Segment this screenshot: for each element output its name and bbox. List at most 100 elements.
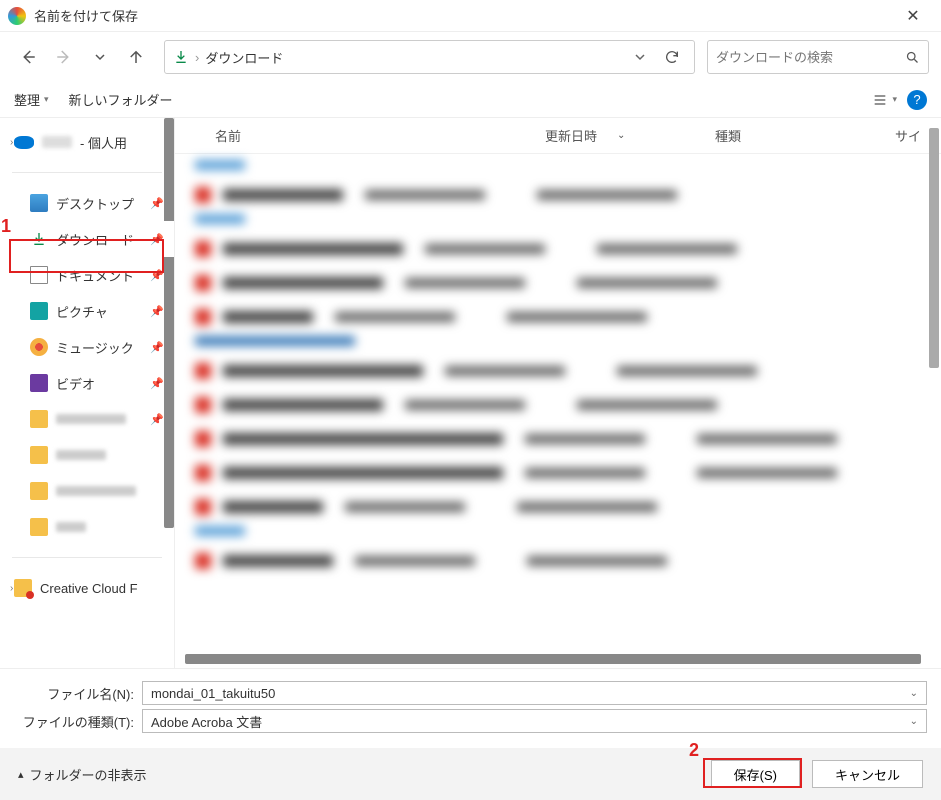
sidebar-item-folder[interactable]: 📌: [0, 401, 174, 437]
new-folder-button[interactable]: 新しいフォルダー: [69, 90, 173, 109]
file-row[interactable]: [175, 490, 941, 524]
chevron-down-icon: ▾: [44, 94, 49, 105]
breadcrumb-current[interactable]: ダウンロード: [205, 48, 283, 67]
file-row[interactable]: [175, 544, 941, 578]
file-row[interactable]: [175, 266, 941, 300]
address-dropdown-button[interactable]: [628, 47, 652, 67]
help-button[interactable]: ?: [907, 90, 927, 110]
view-button[interactable]: ▾: [872, 92, 897, 108]
chevron-right-icon: ›: [10, 583, 13, 594]
chevron-down-icon[interactable]: ⌄: [910, 716, 918, 727]
sidebar-label: Creative Cloud F: [40, 581, 138, 596]
main-area: › - 個人用 デスクトップ 📌 ダウンロード 📌 ドキ: [0, 118, 941, 668]
sidebar-item-downloads[interactable]: ダウンロード 📌: [0, 221, 174, 257]
sidebar-item-music[interactable]: ミュージック 📌: [0, 329, 174, 365]
sidebar-item-documents[interactable]: ドキュメント 📌: [0, 257, 174, 293]
column-header-size[interactable]: サイ: [875, 126, 921, 145]
horizontal-scrollbar[interactable]: [185, 654, 921, 664]
cancel-button[interactable]: キャンセル: [812, 760, 923, 788]
search-icon: [905, 50, 920, 65]
chevron-down-icon: [94, 51, 106, 63]
search-box[interactable]: [707, 40, 929, 74]
sidebar-label: ビデオ: [56, 374, 95, 393]
file-row[interactable]: [175, 178, 941, 212]
close-button[interactable]: ✕: [893, 6, 933, 26]
sidebar-item-pictures[interactable]: ピクチャ 📌: [0, 293, 174, 329]
back-button[interactable]: [12, 41, 44, 73]
folder-icon: [30, 410, 48, 428]
date-group-header: [175, 524, 941, 544]
pin-icon: 📌: [150, 377, 164, 390]
sidebar-divider: [12, 557, 162, 558]
toolbar: 整理 ▾ 新しいフォルダー ▾ ?: [0, 82, 941, 118]
pin-icon: 📌: [150, 341, 164, 354]
sidebar-item-videos[interactable]: ビデオ 📌: [0, 365, 174, 401]
file-row[interactable]: [175, 422, 941, 456]
chrome-icon: [8, 7, 26, 25]
folder-icon: [30, 446, 48, 464]
file-row[interactable]: [175, 388, 941, 422]
arrow-up-icon: [127, 48, 145, 66]
sidebar-label: ダウンロード: [56, 230, 134, 249]
chevron-up-icon: ▴: [18, 768, 24, 781]
file-list-area: 名前 更新日時 ⌄ 種類 サイ: [175, 118, 941, 668]
file-row[interactable]: [175, 232, 941, 266]
footer-bar: ▴ フォルダーの非表示 保存(S) キャンセル: [0, 748, 941, 800]
video-icon: [30, 374, 48, 392]
blurred-account-name: [42, 136, 72, 148]
save-button[interactable]: 保存(S): [711, 760, 800, 788]
organize-button[interactable]: 整理 ▾: [14, 90, 49, 109]
address-bar[interactable]: › ダウンロード: [164, 40, 695, 74]
pin-icon: 📌: [150, 413, 164, 426]
blurred-label: [56, 522, 86, 532]
title-bar: 名前を付けて保存 ✕: [0, 0, 941, 32]
refresh-button[interactable]: [658, 45, 686, 69]
forward-button[interactable]: [48, 41, 80, 73]
window-title: 名前を付けて保存: [34, 6, 893, 25]
file-row[interactable]: [175, 300, 941, 334]
hide-folders-label: フォルダーの非表示: [30, 765, 147, 784]
pictures-icon: [30, 302, 48, 320]
recent-button[interactable]: [84, 41, 116, 73]
navigation-row: › ダウンロード: [0, 32, 941, 82]
sidebar-divider: [12, 172, 162, 173]
pin-icon: 📌: [150, 269, 164, 282]
sidebar-item-folder[interactable]: [0, 509, 174, 545]
chevron-down-icon[interactable]: ⌄: [910, 688, 918, 699]
column-header-name[interactable]: 名前: [195, 126, 545, 145]
sidebar-item-folder[interactable]: [0, 473, 174, 509]
file-row[interactable]: [175, 354, 941, 388]
vertical-scrollbar[interactable]: [929, 128, 939, 368]
file-row[interactable]: [175, 456, 941, 490]
sidebar-label: デスクトップ: [56, 194, 134, 213]
folder-icon: [30, 482, 48, 500]
creative-cloud-icon: [14, 579, 32, 597]
filetype-label: ファイルの種類(T):: [14, 712, 134, 731]
up-button[interactable]: [120, 41, 152, 73]
sidebar-item-folder[interactable]: [0, 437, 174, 473]
sidebar-item-onedrive[interactable]: › - 個人用: [0, 124, 174, 160]
sidebar-item-desktop[interactable]: デスクトップ 📌: [0, 185, 174, 221]
search-input[interactable]: [716, 50, 905, 65]
sort-indicator-icon: ⌄: [617, 130, 625, 141]
column-header-date[interactable]: 更新日時 ⌄: [545, 126, 715, 145]
file-list[interactable]: [175, 154, 941, 582]
onedrive-icon: [14, 136, 34, 149]
save-form: ファイル名(N): mondai_01_takuitu50 ⌄ ファイルの種類(…: [0, 668, 941, 739]
sidebar-label: ピクチャ: [56, 302, 108, 321]
filename-input[interactable]: mondai_01_takuitu50 ⌄: [142, 681, 927, 705]
date-group-header: [175, 212, 941, 232]
document-icon: [30, 266, 48, 284]
sidebar-item-creative-cloud[interactable]: › Creative Cloud F: [0, 570, 174, 606]
filename-value: mondai_01_takuitu50: [151, 686, 910, 701]
column-header-type[interactable]: 種類: [715, 126, 875, 145]
filetype-value: Adobe Acroba 文書: [151, 712, 910, 731]
hide-folders-toggle[interactable]: ▴ フォルダーの非表示: [18, 765, 147, 784]
refresh-icon: [664, 49, 680, 65]
date-group-header: [175, 334, 941, 354]
chevron-down-icon: ▾: [892, 94, 897, 105]
onedrive-suffix: - 個人用: [80, 133, 127, 152]
pin-icon: 📌: [150, 197, 164, 210]
filetype-select[interactable]: Adobe Acroba 文書 ⌄: [142, 709, 927, 733]
sidebar: › - 個人用 デスクトップ 📌 ダウンロード 📌 ドキ: [0, 118, 175, 668]
